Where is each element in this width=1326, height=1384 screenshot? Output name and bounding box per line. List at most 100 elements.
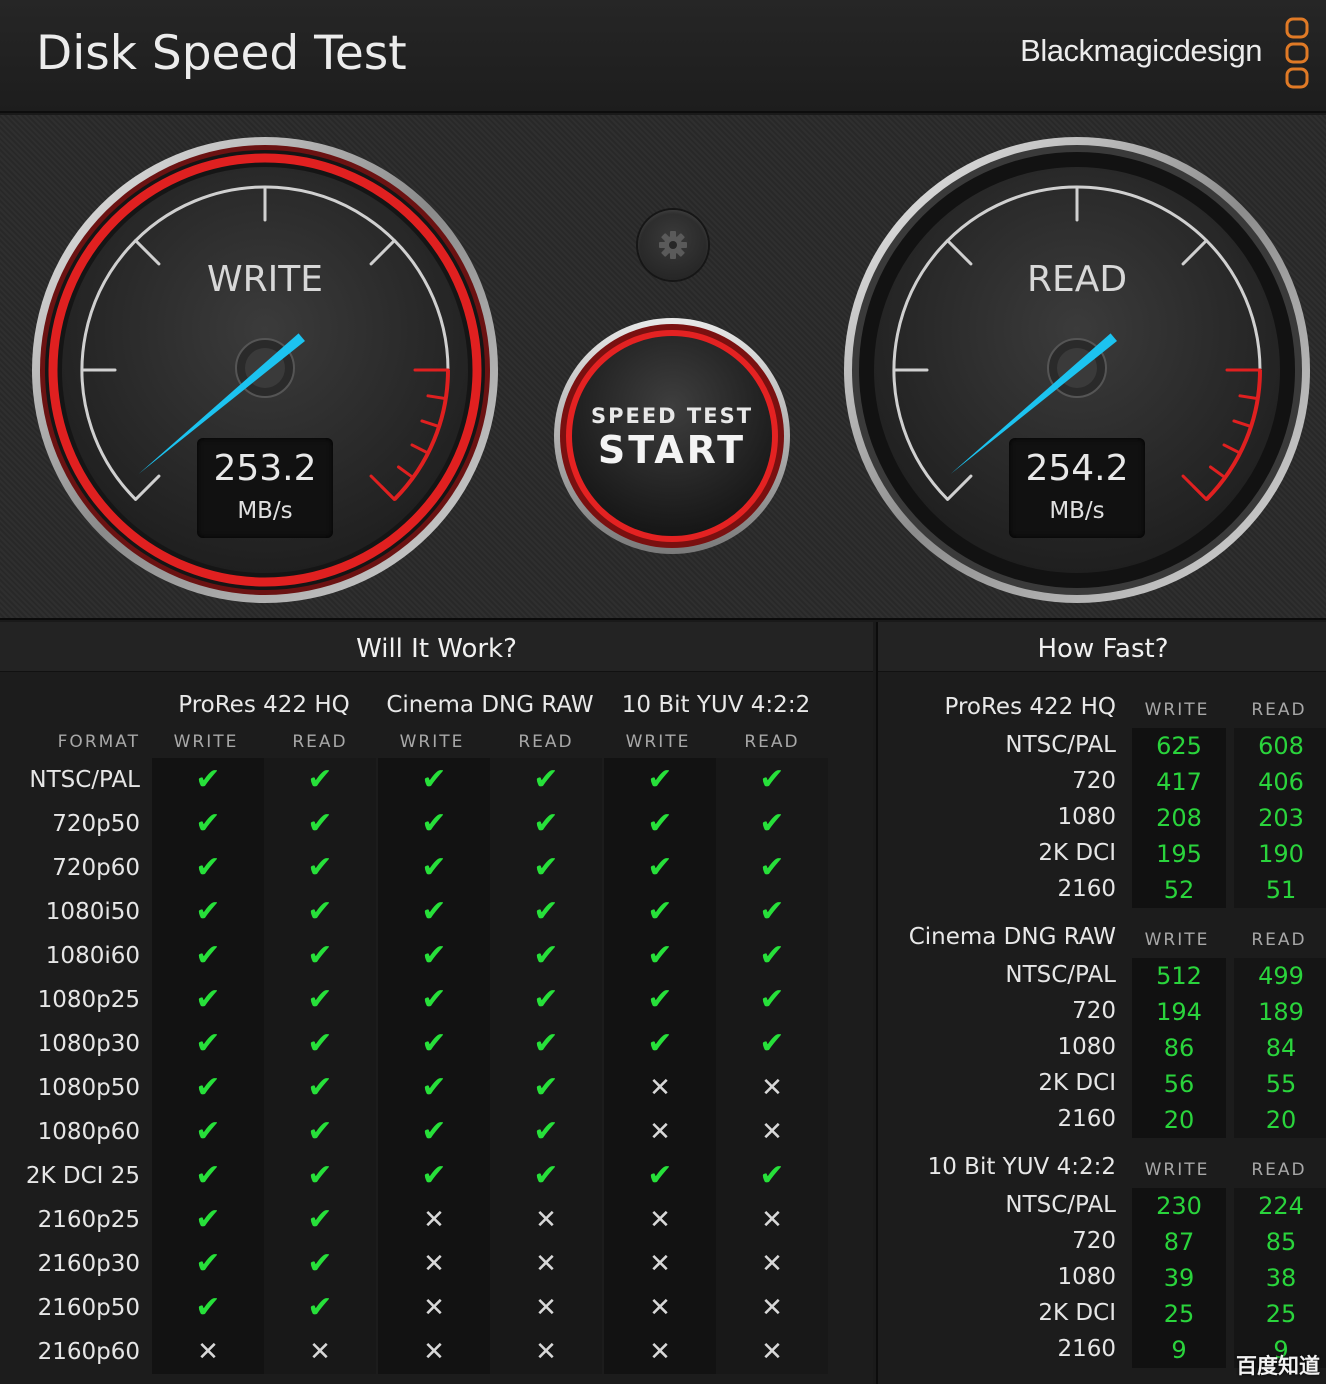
check-icon: ✔ [152,890,264,934]
start-label: START [597,428,747,472]
check-icon: ✔ [490,1066,602,1110]
speed-test-start-button[interactable]: SPEED TEST START [552,316,792,556]
cross-icon: ✕ [716,1242,828,1286]
format-label: 2K DCI 25 [25,1163,140,1189]
how-fast-write-value: 195 [1132,836,1226,872]
how-fast-read-value: 85 [1234,1224,1326,1260]
format-label: 2160p50 [37,1295,140,1321]
how-fast-format-label: 1080 [1057,804,1116,830]
check-icon: ✔ [604,934,716,978]
how-fast-write-header: WRITE [1144,700,1210,720]
format-row: 2160p25 ✔ ✔ ✕ ✕ ✕ ✕ [0,1198,873,1242]
how-fast-format-label: 2160 [1057,1106,1116,1132]
check-icon: ✔ [716,890,828,934]
how-fast-format-label: 2160 [1057,876,1116,902]
how-fast-read-value: 25 [1234,1296,1326,1332]
format-label: 2160p30 [37,1251,140,1277]
cross-icon: ✕ [152,1330,264,1374]
format-label: 1080p60 [37,1119,140,1145]
how-fast-write-value: 417 [1132,764,1226,800]
how-fast-read-header: READ [1251,1160,1307,1180]
cross-icon: ✕ [264,1330,376,1374]
how-fast-read-value: 55 [1234,1066,1326,1102]
cross-icon: ✕ [490,1330,602,1374]
cross-icon: ✕ [716,1286,828,1330]
check-icon: ✔ [378,978,490,1022]
check-icon: ✔ [264,846,376,890]
prores-read-header: READ [292,732,348,752]
how-fast-write-value: 87 [1132,1224,1226,1260]
check-icon: ✔ [378,1022,490,1066]
watermark: 百度知道 [1236,1354,1320,1378]
check-icon: ✔ [716,846,828,890]
cross-icon: ✕ [604,1330,716,1374]
codec-header-yuv: 10 Bit YUV 4:2:2 [621,692,811,718]
check-icon: ✔ [716,802,828,846]
how-fast-format-label: NTSC/PAL [1005,732,1116,758]
check-icon: ✔ [264,1242,376,1286]
format-column-header: FORMAT [57,732,140,752]
how-fast-write-value: 230 [1132,1188,1226,1224]
how-fast-read-value: 406 [1234,764,1326,800]
speed-test-label: SPEED TEST [590,404,754,428]
cross-icon: ✕ [604,1242,716,1286]
format-row: NTSC/PAL ✔ ✔ ✔ ✔ ✔ ✔ [0,758,873,802]
cross-icon: ✕ [716,1198,828,1242]
check-icon: ✔ [604,758,716,802]
how-fast-write-value: 25 [1132,1296,1226,1332]
how-fast-write-value: 20 [1132,1102,1226,1138]
check-icon: ✔ [264,1154,376,1198]
check-icon: ✔ [152,1110,264,1154]
check-icon: ✔ [264,890,376,934]
check-icon: ✔ [264,1110,376,1154]
will-it-work-panel: Will It Work? ProRes 422 HQ Cinema DNG R… [0,622,873,1384]
title-bar: Disk Speed Test Blackmagicdesign [0,0,1326,113]
how-fast-read-value: 51 [1234,872,1326,908]
check-icon: ✔ [152,1022,264,1066]
check-icon: ✔ [604,1022,716,1066]
gauge-panel: WRITE 253.2 MB/s SPEED TEST START READ 2… [0,115,1326,620]
cross-icon: ✕ [490,1242,602,1286]
format-row: 1080i60 ✔ ✔ ✔ ✔ ✔ ✔ [0,934,873,978]
settings-button[interactable] [638,210,708,280]
format-label: 2160p60 [37,1339,140,1365]
check-icon: ✔ [378,1110,490,1154]
how-fast-format-label: 1080 [1057,1264,1116,1290]
how-fast-format-label: 2K DCI [1038,1070,1116,1096]
cross-icon: ✕ [490,1286,602,1330]
dng-write-header: WRITE [399,732,465,752]
how-fast-write-header: WRITE [1144,1160,1210,1180]
check-icon: ✔ [152,978,264,1022]
read-gauge: READ 254.2 MB/s [840,133,1314,607]
check-icon: ✔ [716,758,828,802]
check-icon: ✔ [264,802,376,846]
cross-icon: ✕ [716,1330,828,1374]
dng-read-header: READ [518,732,574,752]
check-icon: ✔ [152,802,264,846]
check-icon: ✔ [264,978,376,1022]
check-icon: ✔ [490,890,602,934]
write-gauge: WRITE 253.2 MB/s [28,133,502,607]
check-icon: ✔ [264,1198,376,1242]
check-icon: ✔ [490,1154,602,1198]
check-icon: ✔ [264,934,376,978]
how-fast-read-value: 224 [1234,1188,1326,1224]
write-speed-value: 253.2 [213,448,317,489]
check-icon: ✔ [152,1154,264,1198]
check-icon: ✔ [490,802,602,846]
read-speed-unit: MB/s [1049,498,1105,524]
check-icon: ✔ [264,1286,376,1330]
check-icon: ✔ [264,1066,376,1110]
how-fast-read-value: 20 [1234,1102,1326,1138]
check-icon: ✔ [378,934,490,978]
codec-header-prores: ProRes 422 HQ [178,692,350,718]
blackmagic-logo-icon [1285,17,1309,89]
format-row: 2K DCI 25 ✔ ✔ ✔ ✔ ✔ ✔ [0,1154,873,1198]
yuv-write-header: WRITE [625,732,691,752]
how-fast-read-value: 203 [1234,800,1326,836]
check-icon: ✔ [604,890,716,934]
how-fast-read-value: 84 [1234,1030,1326,1066]
check-icon: ✔ [490,934,602,978]
cross-icon: ✕ [716,1110,828,1154]
check-icon: ✔ [152,758,264,802]
